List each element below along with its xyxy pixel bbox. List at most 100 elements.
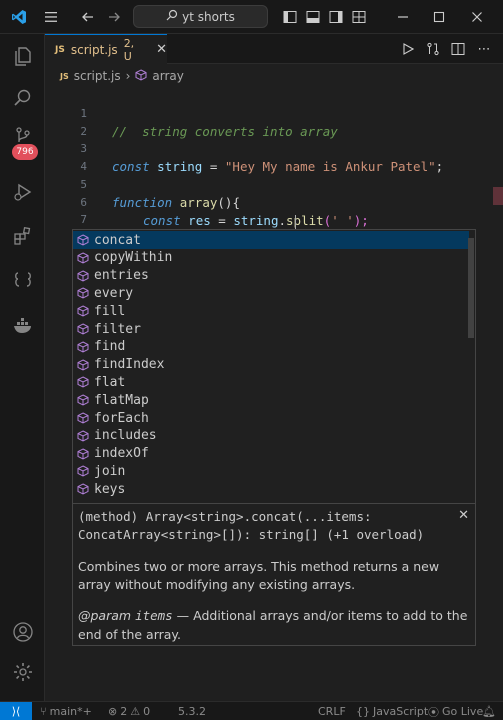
suggestion-label: findIndex — [94, 357, 165, 373]
code-line: 1 // string converts into array — [45, 87, 485, 139]
suggestion-item[interactable]: filter — [73, 320, 469, 338]
method-description: Combines two or more arrays. This method… — [78, 559, 440, 592]
method-cube-icon — [73, 234, 93, 246]
close-details-icon[interactable]: ✕ — [458, 508, 469, 523]
suggest-scrollbar[interactable] — [468, 238, 474, 338]
method-cube-icon — [73, 483, 93, 495]
run-file-icon[interactable] — [397, 34, 419, 64]
tab-script-js[interactable]: JS script.js 2, U ✕ — [45, 34, 167, 64]
docker-icon[interactable] — [0, 308, 45, 344]
param-tag: @param — [78, 608, 132, 623]
suggestion-label: every — [94, 285, 134, 301]
remote-indicator-icon[interactable]: ⟩⟨ — [0, 702, 32, 720]
suggestion-item[interactable]: keys — [73, 480, 469, 498]
suggestion-item[interactable]: indexOf — [73, 445, 469, 463]
activity-bar: 796 — [0, 34, 45, 701]
suggestion-label: flat — [94, 374, 126, 390]
suggestion-item[interactable]: join — [73, 462, 469, 480]
version-text: 5.3.2 — [178, 705, 206, 718]
vscode-logo-icon — [8, 0, 30, 34]
suggestion-label: find — [94, 339, 126, 355]
accounts-icon[interactable] — [0, 614, 45, 650]
chevron-right-icon: › — [125, 69, 131, 83]
suggestion-label: entries — [94, 268, 149, 284]
suggestion-label: flatMap — [94, 392, 149, 408]
problems-indicator[interactable]: ⊗ 2 ⚠ 0 — [108, 702, 150, 720]
customize-layout-icon[interactable] — [350, 0, 368, 34]
method-cube-icon — [73, 394, 93, 406]
breadcrumb-symbol[interactable]: array — [152, 69, 183, 83]
suggestion-item[interactable]: findIndex — [73, 356, 469, 374]
search-view-icon[interactable] — [0, 80, 45, 116]
language-mode[interactable]: {} JavaScript — [356, 702, 428, 720]
suggestion-label: forEach — [94, 410, 149, 426]
code-line: 6 const res = string.split(' '); — [45, 176, 485, 228]
code-line: 3 const string = "Hey My name is Ankur P… — [45, 122, 485, 174]
javascript-file-icon: JS — [60, 71, 69, 81]
method-signature: (method) Array<string>.concat(...items: … — [78, 509, 425, 542]
eol-text: CRLF — [318, 705, 346, 718]
version-indicator[interactable]: 5.3.2 — [178, 702, 206, 720]
suggestion-item[interactable]: copyWithin — [73, 249, 469, 267]
close-window-icon[interactable] — [466, 0, 488, 34]
notifications-bell-icon[interactable]: 🔔︎ — [482, 702, 496, 720]
method-cube-icon — [73, 287, 93, 299]
search-text: yt shorts — [182, 9, 235, 24]
toggle-panel-icon[interactable] — [304, 0, 322, 34]
tab-status: 2, U — [123, 36, 135, 63]
method-cube-icon — [73, 430, 93, 442]
error-count: 2 — [120, 705, 128, 718]
broadcast-icon: ⦿ — [428, 705, 439, 719]
braces-icon: {} — [356, 705, 370, 718]
toggle-primary-sidebar-icon[interactable] — [281, 0, 299, 34]
close-tab-icon[interactable]: ✕ — [156, 42, 167, 57]
method-cube-icon — [73, 465, 93, 477]
suggestion-item[interactable]: every — [73, 284, 469, 302]
method-cube-icon — [73, 270, 93, 282]
maximize-icon[interactable] — [428, 0, 450, 34]
suggestion-item[interactable]: concat — [73, 231, 469, 249]
run-debug-icon[interactable] — [0, 174, 45, 210]
toggle-secondary-sidebar-icon[interactable] — [327, 0, 345, 34]
suggestion-item[interactable]: flatMap — [73, 391, 469, 409]
tab-filename: script.js — [70, 42, 118, 57]
method-cube-icon — [73, 376, 93, 388]
eol-indicator[interactable]: CRLF — [318, 702, 346, 720]
method-cube-icon — [73, 305, 93, 317]
language-text: JavaScript — [373, 705, 429, 718]
remote-explorer-icon[interactable] — [0, 262, 45, 298]
param-name: items — [135, 608, 173, 623]
search-icon — [166, 9, 178, 24]
param-doc: @param items — Additional arrays and/or … — [78, 606, 470, 644]
manage-gear-icon[interactable] — [0, 654, 45, 690]
code-line: 8 for(let i=0; i<res.) — [45, 211, 485, 263]
status-bar: ⟩⟨ ⑂ main*+ ⊗ 2 ⚠ 0 5.3.2 CRLF {} JavaSc… — [0, 701, 503, 720]
suggestion-item[interactable]: forEach — [73, 409, 469, 427]
breadcrumb-file[interactable]: script.js — [74, 69, 121, 83]
suggest-widget[interactable]: concat copyWithin entries every fill filter fi… — [72, 229, 476, 504]
suggestion-item[interactable]: fill — [73, 302, 469, 320]
method-cube-icon — [73, 448, 93, 460]
suggestion-item[interactable]: entries — [73, 267, 469, 285]
more-actions-icon[interactable]: ⋯ — [473, 34, 495, 64]
split-editor-icon[interactable] — [447, 34, 469, 64]
compare-changes-icon[interactable] — [422, 34, 444, 64]
method-cube-icon — [73, 341, 93, 353]
suggestion-item[interactable]: flat — [73, 373, 469, 391]
code-line: 4 — [45, 140, 485, 173]
suggestion-label: join — [94, 463, 126, 479]
suggestion-item[interactable]: includes — [73, 427, 469, 445]
go-live-button[interactable]: ⦿ Go Live — [428, 702, 483, 720]
suggestion-item[interactable]: find — [73, 338, 469, 356]
menu-icon[interactable] — [40, 0, 62, 34]
back-arrow-icon[interactable] — [78, 0, 98, 34]
extensions-icon[interactable] — [0, 218, 45, 254]
git-branch-icon: ⑂ — [40, 705, 47, 718]
explorer-icon[interactable] — [0, 38, 45, 74]
command-center-search[interactable]: yt shorts — [133, 5, 268, 28]
forward-arrow-icon[interactable] — [104, 0, 124, 34]
branch-indicator[interactable]: ⑂ main*+ — [40, 702, 92, 720]
symbol-method-icon — [135, 68, 147, 84]
minimize-icon[interactable] — [392, 0, 414, 34]
method-cube-icon — [73, 359, 93, 371]
